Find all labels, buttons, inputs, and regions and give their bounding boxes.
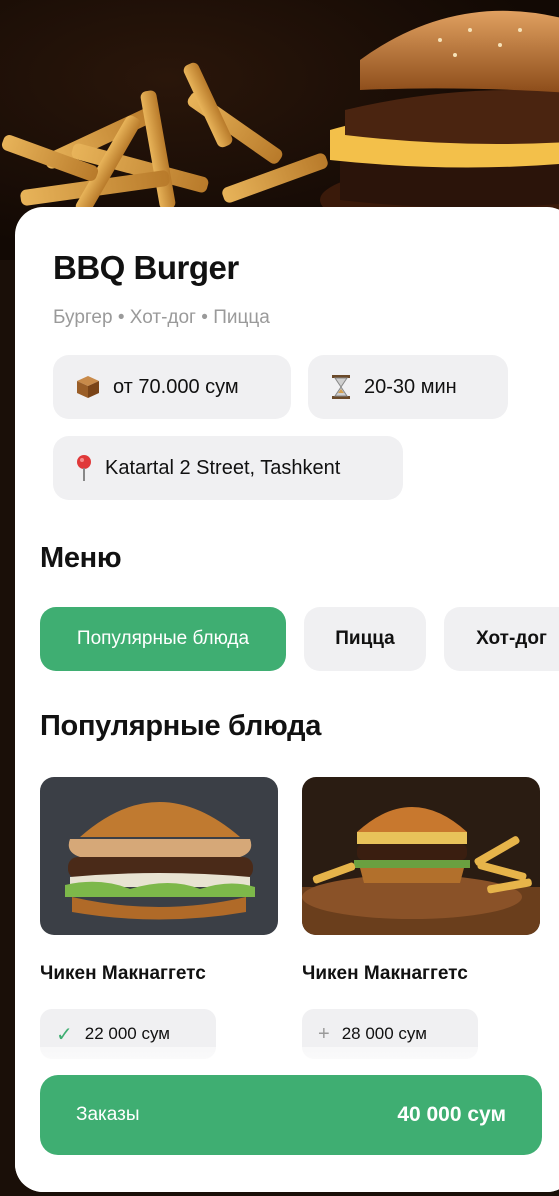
dish-name: Чикен Макнаггетс bbox=[40, 963, 206, 984]
dish-price: 22 000 сум bbox=[84, 1024, 170, 1043]
restaurant-name: BBQ Burger bbox=[53, 249, 239, 286]
delivery-time-text: 20-30 мин bbox=[364, 375, 457, 398]
min-order-text: от 70.000 сум bbox=[113, 375, 239, 398]
plus-icon: + bbox=[318, 1022, 330, 1045]
menu-title: Меню bbox=[40, 542, 122, 574]
tab-hotdog[interactable]: Хот-дог bbox=[444, 607, 559, 671]
package-icon bbox=[75, 374, 101, 400]
dish-card[interactable]: Чикен Макнаггетс + 28 000 сум bbox=[302, 777, 540, 1059]
min-order-chip: от 70.000 сум bbox=[53, 355, 291, 419]
popular-title: Популярные блюда bbox=[40, 710, 322, 742]
tab-popular[interactable]: Популярные блюда bbox=[40, 607, 286, 671]
dish-photo bbox=[40, 777, 278, 935]
orders-button[interactable]: Заказы 40 000 сум bbox=[40, 1075, 542, 1155]
dish-name: Чикен Макнаггетс bbox=[302, 963, 468, 984]
address-text: Katartal 2 Street, Tashkent bbox=[105, 456, 341, 479]
hourglass-icon bbox=[330, 374, 352, 400]
restaurant-categories: Бургер • Хот-дог • Пицца bbox=[53, 307, 270, 328]
restaurant-card: BBQ Burger Бургер • Хот-дог • Пицца от 7… bbox=[15, 207, 559, 1192]
delivery-time-chip: 20-30 мин bbox=[308, 355, 508, 419]
address-chip[interactable]: Katartal 2 Street, Tashkent bbox=[53, 436, 403, 500]
tab-pizza[interactable]: Пицца bbox=[304, 607, 426, 671]
location-pin-icon bbox=[75, 454, 93, 482]
check-icon: ✓ bbox=[56, 1023, 73, 1046]
dish-photo bbox=[302, 777, 540, 935]
dish-card[interactable]: Чикен Макнаггетс ✓ 22 000 сум bbox=[40, 777, 278, 1059]
orders-total: 40 000 сум bbox=[397, 1103, 506, 1126]
dish-price: 28 000 сум bbox=[341, 1024, 427, 1043]
orders-label: Заказы bbox=[76, 1104, 140, 1125]
